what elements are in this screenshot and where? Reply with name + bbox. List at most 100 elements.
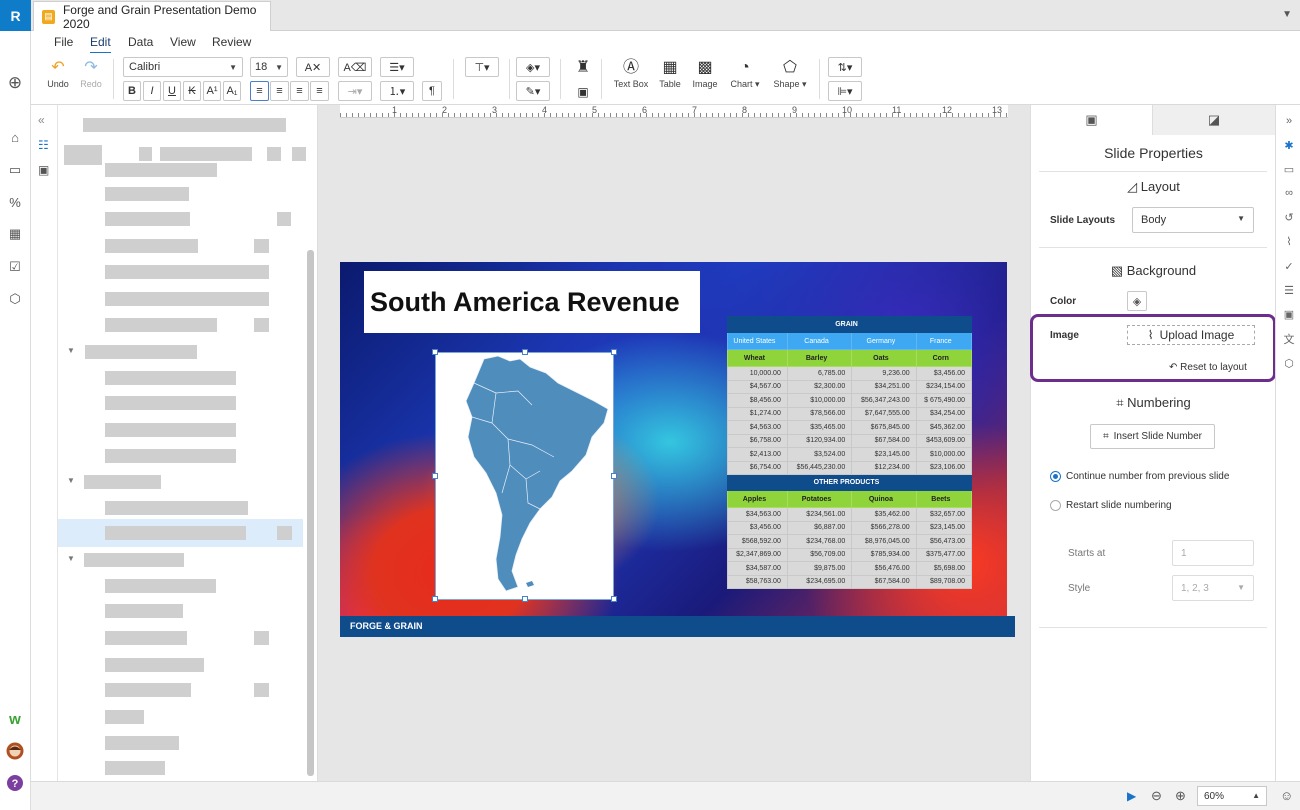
table-cell[interactable]: $453,609.00	[915, 433, 973, 448]
grain-products-row[interactable]: Wheat Barley Oats Corn	[727, 349, 973, 367]
list-item[interactable]	[254, 631, 269, 645]
comments-icon[interactable]: ▣	[38, 163, 49, 177]
resize-handle[interactable]	[432, 349, 438, 355]
table-cell[interactable]: $8,976,045.00	[851, 534, 917, 549]
table-cell[interactable]: France	[915, 332, 973, 350]
table-cell[interactable]: Barley	[786, 349, 853, 367]
list-item[interactable]	[105, 761, 165, 775]
list-item[interactable]	[105, 710, 144, 724]
text-box-button[interactable]: Ⓐ Text Box	[613, 57, 649, 89]
table-cell[interactable]: $7,647,555.00	[851, 406, 917, 421]
table-cell[interactable]: $35,462.00	[851, 507, 917, 522]
vertical-align-button[interactable]: ⊤▾	[465, 57, 499, 77]
list-item[interactable]	[105, 212, 190, 226]
table-cell[interactable]: $34,251.00	[851, 379, 917, 394]
table-cell[interactable]: $6,754.00	[727, 460, 788, 475]
table-cell[interactable]: $234,768.00	[786, 534, 853, 549]
table-cell[interactable]: 10,000.00	[727, 366, 788, 381]
image-style-button[interactable]: ▣	[573, 81, 593, 103]
expand-icon[interactable]: ▼	[67, 554, 75, 563]
list-item[interactable]	[277, 212, 291, 226]
table-cell[interactable]: $78,566.00	[786, 406, 853, 421]
table-cell[interactable]: $56,347,243.00	[851, 393, 917, 408]
menu-file[interactable]: File	[54, 35, 73, 49]
align-right-button[interactable]: ≡	[290, 81, 309, 101]
font-family-select[interactable]: Calibri ▼	[123, 57, 243, 77]
table-cell[interactable]: Corn	[915, 349, 973, 367]
list-item[interactable]	[105, 318, 217, 332]
table-cell[interactable]: $5,698.00	[915, 561, 973, 576]
comment-icon[interactable]: ▭	[1281, 161, 1297, 177]
table-cell[interactable]: $23,145.00	[915, 520, 973, 535]
zoom-in-icon[interactable]: ⊕	[1175, 788, 1186, 804]
list-item[interactable]	[105, 423, 236, 437]
table-row[interactable]: $6,754.00 $56,445,230.00 $12,234.00 $23,106…	[727, 460, 973, 475]
other-header-row[interactable]: OTHER PRODUCTS	[727, 474, 972, 491]
list-item[interactable]	[105, 683, 191, 697]
history-icon[interactable]: ↺	[1281, 209, 1297, 225]
table-cell[interactable]: Quinoa	[851, 490, 917, 508]
table-cell[interactable]: $4,563.00	[727, 420, 788, 435]
menu-edit[interactable]: Edit	[90, 35, 111, 54]
justify-button[interactable]: ≡	[310, 81, 329, 101]
fill-color-button[interactable]: ◈▾	[516, 57, 550, 77]
radio-selected[interactable]	[1050, 471, 1061, 482]
list-item[interactable]	[85, 345, 197, 359]
country-header-row[interactable]: United States Canada Germany France	[727, 332, 973, 350]
table-cell[interactable]: GRAIN	[727, 316, 972, 333]
table-row[interactable]: $2,413.00 $3,524.00 $23,145.00 $10,000.00	[727, 447, 973, 462]
table-row[interactable]: $3,456.00 $6,887.00 $566,278.00 $23,145.00	[727, 520, 973, 535]
underline-button[interactable]: U	[163, 81, 181, 101]
table-cell[interactable]: $234,154.00	[915, 379, 973, 394]
table-cell[interactable]: $785,934.00	[851, 547, 917, 562]
table-cell[interactable]: $89,708.00	[915, 574, 973, 589]
table-cell[interactable]: $23,106.00	[915, 460, 973, 475]
clear-format-button[interactable]: A✕	[296, 57, 330, 77]
border-color-button[interactable]: ✎▾	[516, 81, 550, 101]
table-cell[interactable]: $120,934.00	[786, 433, 853, 448]
app-logo[interactable]: R	[0, 0, 31, 31]
list-item[interactable]	[254, 318, 269, 332]
menu-review[interactable]: Review	[212, 35, 251, 49]
table-cell[interactable]: $23,145.00	[851, 447, 917, 462]
resize-handle[interactable]	[432, 596, 438, 602]
list-item[interactable]	[254, 239, 269, 253]
table-cell[interactable]: $3,456.00	[915, 366, 973, 381]
table-cell[interactable]: $34,587.00	[727, 561, 788, 576]
list-item[interactable]	[292, 147, 306, 161]
style-select[interactable]: 1, 2, 3 ▼	[1172, 575, 1254, 601]
table-row[interactable]: $6,758.00 $120,934.00 $67,584.00 $453,609.0…	[727, 433, 973, 448]
table-cell[interactable]: Apples	[727, 490, 788, 508]
task-icon[interactable]: ☑	[4, 256, 26, 278]
list-item[interactable]	[105, 371, 236, 385]
list-item[interactable]	[84, 553, 184, 567]
superscript-button[interactable]: A¹	[203, 81, 221, 101]
table-row[interactable]: $2,347,869.00 $56,709.00 $785,934.00 $375,4…	[727, 547, 973, 562]
table-row[interactable]: $4,567.00 $2,300.00 $34,251.00 $234,154.00	[727, 379, 973, 394]
table-cell[interactable]: $3,456.00	[727, 520, 788, 535]
gear-icon[interactable]: ✱	[1281, 137, 1297, 153]
italic-button[interactable]: I	[143, 81, 161, 101]
subscript-button[interactable]: A₁	[223, 81, 241, 101]
table-row[interactable]: $58,763.00 $234,695.00 $67,584.00 $89,708.0…	[727, 574, 973, 589]
list-item[interactable]	[105, 501, 248, 515]
table-cell[interactable]: $568,592.00	[727, 534, 788, 549]
table-cell[interactable]: $12,234.00	[851, 460, 917, 475]
indent-button[interactable]: ⇥▾	[338, 81, 372, 101]
table-cell[interactable]: Canada	[786, 332, 853, 350]
list-item[interactable]	[105, 631, 187, 645]
redo-button[interactable]: ↷ Redo	[77, 57, 105, 89]
table-cell[interactable]: $56,445,230.00	[786, 460, 853, 475]
table-cell[interactable]: $8,456.00	[727, 393, 788, 408]
menu-data[interactable]: Data	[128, 35, 153, 49]
bullet-list-button[interactable]: ☰▾	[380, 57, 414, 77]
user-icon[interactable]: ☺	[1280, 788, 1293, 803]
list-item[interactable]	[83, 118, 286, 132]
list-item[interactable]	[277, 526, 292, 540]
table-cell[interactable]: $1,274.00	[727, 406, 788, 421]
expand-panel-icon[interactable]: »	[1281, 113, 1297, 129]
table-cell[interactable]: $234,695.00	[786, 574, 853, 589]
shape-button[interactable]: ⬠ Shape ▾	[771, 57, 809, 90]
table-row[interactable]: $8,456.00 $10,000.00 $56,347,243.00 $ 675,4…	[727, 393, 973, 408]
cube-icon[interactable]: ⬡	[4, 288, 26, 310]
